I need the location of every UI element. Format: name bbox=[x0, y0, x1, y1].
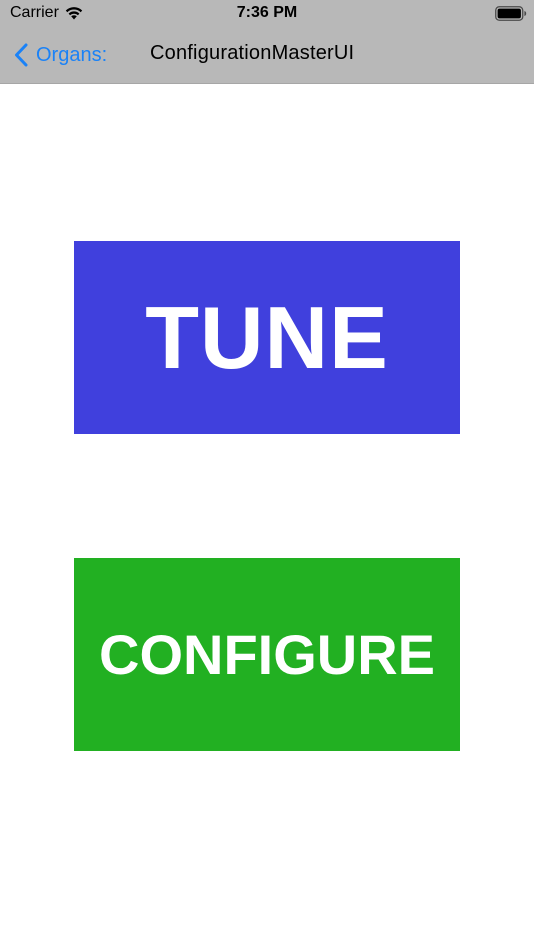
tune-button-label: TUNE bbox=[145, 287, 389, 387]
tune-button[interactable]: TUNE bbox=[74, 241, 460, 434]
navigation-bar: Organs: ConfigurationMasterUI bbox=[0, 28, 534, 82]
app-screen: Carrier 7:36 PM Organs: ConfigurationMas… bbox=[0, 0, 534, 950]
back-button-label: Organs: bbox=[36, 43, 108, 66]
page-title: ConfigurationMasterUI bbox=[150, 42, 355, 64]
back-button[interactable]: Organs: bbox=[14, 38, 107, 72]
status-bar: Carrier 7:36 PM bbox=[0, 0, 534, 28]
battery-icon bbox=[495, 6, 527, 21]
status-time: 7:36 PM bbox=[236, 4, 298, 21]
top-bar: Carrier 7:36 PM Organs: ConfigurationMas… bbox=[0, 0, 534, 84]
configure-button-label: CONFIGURE bbox=[99, 623, 435, 686]
chevron-left-icon bbox=[15, 43, 28, 67]
configure-button[interactable]: CONFIGURE bbox=[74, 558, 460, 751]
